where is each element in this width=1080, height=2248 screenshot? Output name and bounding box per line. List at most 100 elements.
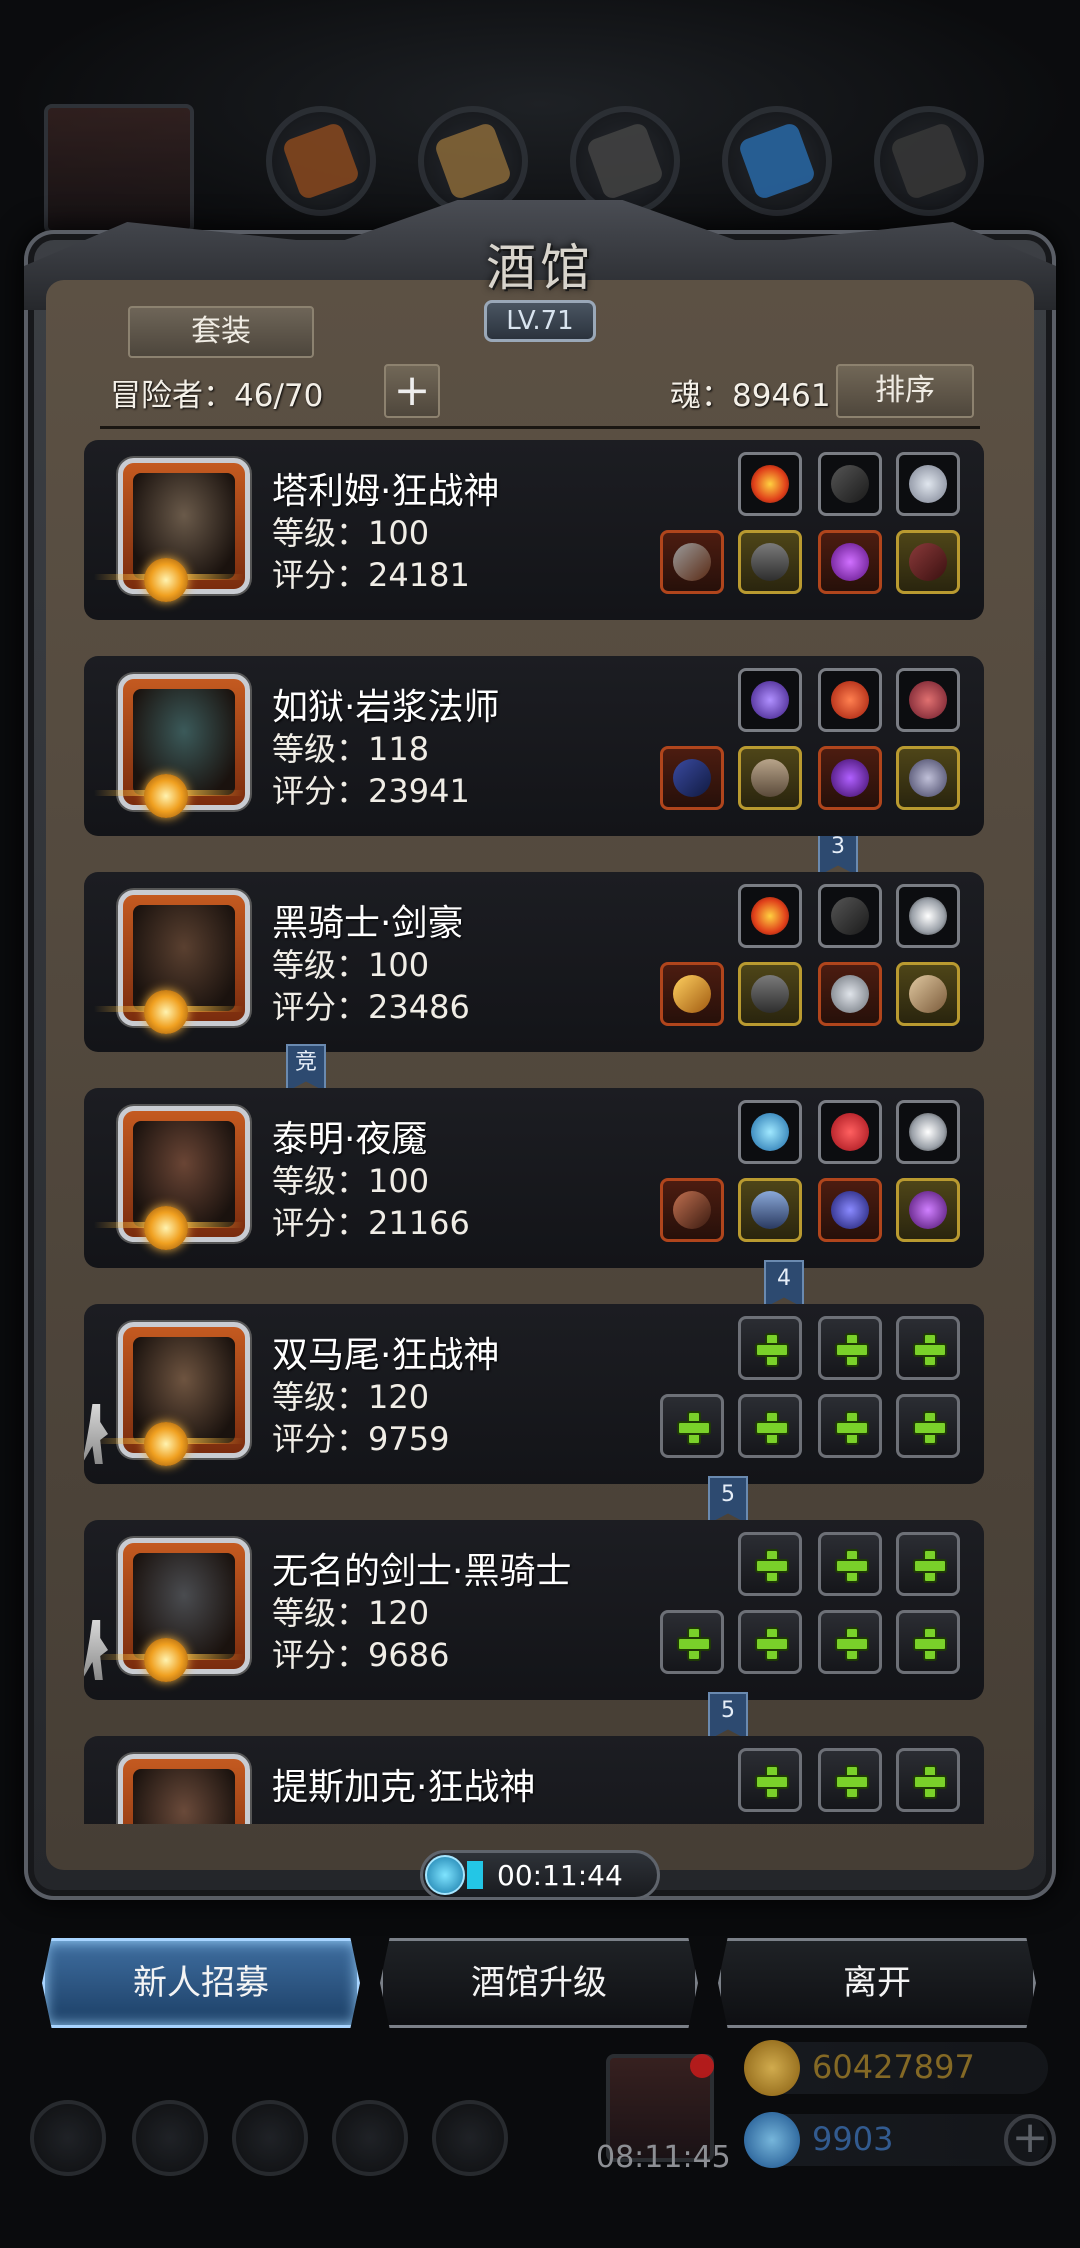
add-equipment-slot[interactable] (896, 1316, 960, 1380)
hero-face-image (133, 473, 235, 579)
equipment-slot[interactable] (660, 746, 724, 810)
add-equipment-slot[interactable] (896, 1532, 960, 1596)
add-currency-button[interactable]: + (1004, 2114, 1056, 2166)
equipment-slot[interactable] (818, 962, 882, 1026)
equipment-slot[interactable] (896, 452, 960, 516)
recruit-button[interactable]: 新人招募 (42, 1938, 360, 2028)
hero-card[interactable]: 塔利姆·狂战神 等级：100 评分：24181 (84, 440, 984, 620)
red-gem-icon (831, 681, 869, 719)
map-icon[interactable] (432, 2100, 508, 2176)
hero-level: 等级：100 (272, 514, 430, 552)
hero-card[interactable]: 无名的剑士·黑骑士 等级：120 评分：9686 (84, 1520, 984, 1700)
equipment-slot[interactable] (738, 1100, 802, 1164)
equipment-slot[interactable] (660, 1178, 724, 1242)
equipment-slot[interactable] (896, 884, 960, 948)
hero-face-image (133, 1337, 235, 1443)
plus-icon (755, 1411, 789, 1445)
add-equipment-slot[interactable] (896, 1394, 960, 1458)
equipment-slot[interactable] (738, 884, 802, 948)
rank-ribbon: 竞 (286, 1044, 326, 1092)
hero-list[interactable]: 塔利姆·狂战神 等级：100 评分：24181 3 如狱·岩浆法师 等级：118 评分：23… (84, 440, 984, 1824)
hero-score: 评分：24181 (272, 556, 470, 594)
chain-necklace-icon (909, 681, 947, 719)
add-equipment-slot[interactable] (818, 1532, 882, 1596)
hero-name: 泰明·夜魇 (272, 1119, 428, 1160)
dark-feather-icon (831, 465, 869, 503)
add-equipment-slot[interactable] (818, 1610, 882, 1674)
equipment-slot[interactable] (818, 452, 882, 516)
star-icon[interactable] (132, 2100, 208, 2176)
equipment-slot[interactable] (738, 746, 802, 810)
add-equipment-slot[interactable] (660, 1610, 724, 1674)
plus-icon (835, 1765, 869, 1799)
equipment-slot[interactable] (738, 962, 802, 1026)
add-equipment-slot[interactable] (818, 1316, 882, 1380)
rank-sun-icon (144, 990, 188, 1034)
hero-card[interactable]: 泰明·夜魇 等级：100 评分：21166 (84, 1088, 984, 1268)
equipment-slot[interactable] (896, 962, 960, 1026)
plus-icon (835, 1333, 869, 1367)
hero-level: 等级：118 (272, 730, 430, 768)
hero-card[interactable]: 提斯加克·狂战神 (84, 1736, 984, 1824)
armor-icon (751, 543, 789, 581)
hero-card[interactable]: 如狱·岩浆法师 等级：118 评分：23941 (84, 656, 984, 836)
equipment-slot[interactable] (738, 1178, 802, 1242)
add-equipment-slot[interactable] (738, 1610, 802, 1674)
sort-button[interactable]: 排序 (836, 364, 974, 418)
add-equipment-slot[interactable] (896, 1610, 960, 1674)
staff-icon (673, 759, 711, 797)
rank-sun-icon (144, 558, 188, 602)
add-equipment-slot[interactable] (818, 1394, 882, 1458)
add-equipment-slot[interactable] (738, 1532, 802, 1596)
equipment-slot[interactable] (896, 1178, 960, 1242)
add-equipment-slot[interactable] (738, 1316, 802, 1380)
rank-sun-icon (144, 1638, 188, 1682)
equipment-slot[interactable] (818, 884, 882, 948)
equipment-slot[interactable] (896, 530, 960, 594)
hero-score: 评分：9759 (272, 1420, 450, 1458)
hero-level: 等级：100 (272, 1162, 430, 1200)
equipment-slot[interactable] (818, 746, 882, 810)
equipment-slot[interactable] (896, 746, 960, 810)
golden-blade-icon (673, 975, 711, 1013)
plus-icon (835, 1627, 869, 1661)
add-slot-button[interactable]: + (384, 364, 440, 418)
hero-card[interactable]: 黑骑士·剑豪 等级：100 评分：23486 (84, 872, 984, 1052)
add-equipment-slot[interactable] (896, 1748, 960, 1812)
auto-run-icon (84, 1404, 108, 1464)
rank-ribbon: 5 (708, 1692, 748, 1740)
equipment-slot[interactable] (660, 530, 724, 594)
equipment-slot[interactable] (818, 668, 882, 732)
equipment-slot[interactable] (818, 1178, 882, 1242)
gem-icon (744, 2112, 800, 2168)
mail-icon[interactable] (332, 2100, 408, 2176)
plus-icon (913, 1333, 947, 1367)
leave-button[interactable]: 离开 (718, 1938, 1036, 2028)
blue-orb-icon (751, 1113, 789, 1151)
plus-icon (835, 1549, 869, 1583)
equipment-set-button[interactable]: 套装 (128, 306, 314, 358)
equipment-slot[interactable] (738, 452, 802, 516)
equipment-slot[interactable] (738, 530, 802, 594)
soul-count: 魂：89461 (670, 378, 831, 414)
guild-icon[interactable] (232, 2100, 308, 2176)
equipment-slot[interactable] (896, 668, 960, 732)
equipment-slot[interactable] (738, 668, 802, 732)
add-equipment-slot[interactable] (660, 1394, 724, 1458)
add-equipment-slot[interactable] (818, 1748, 882, 1812)
plus-icon (913, 1765, 947, 1799)
hero-score: 评分：9686 (272, 1636, 450, 1674)
add-equipment-slot[interactable] (738, 1748, 802, 1812)
equipment-slot[interactable] (896, 1100, 960, 1164)
hero-face-image (133, 1769, 235, 1824)
hero-card[interactable]: 双马尾·狂战神 等级：120 评分：9759 (84, 1304, 984, 1484)
add-equipment-slot[interactable] (738, 1394, 802, 1458)
armor-icon (751, 975, 789, 1013)
upgrade-tavern-button[interactable]: 酒馆升级 (380, 1938, 698, 2028)
settings-icon[interactable] (30, 2100, 106, 2176)
equipment-slot[interactable] (818, 1100, 882, 1164)
hero-portrait[interactable] (118, 1754, 250, 1824)
equipment-slot[interactable] (818, 530, 882, 594)
hero-name: 黑骑士·剑豪 (272, 903, 464, 944)
equipment-slot[interactable] (660, 962, 724, 1026)
